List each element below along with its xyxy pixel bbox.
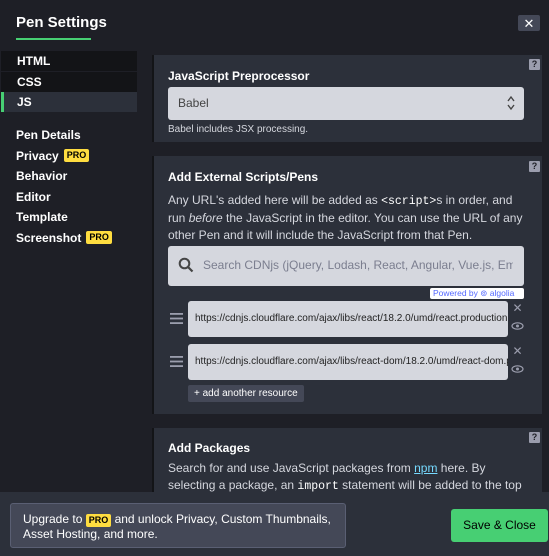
packages-card: Add Packages ? Search for and use JavaSc… bbox=[152, 428, 542, 492]
drag-handle-icon[interactable] bbox=[170, 356, 183, 367]
cdnjs-search-input[interactable]: Search CDNjs (jQuery, Lodash, React, Ang… bbox=[168, 246, 524, 286]
resource-url-input[interactable]: https://cdnjs.cloudflare.com/ajax/libs/r… bbox=[188, 301, 508, 337]
external-description: Any URL's added here will be added as <s… bbox=[168, 192, 528, 244]
settings-sidenav: Pen Details Privacy PRO Behavior Editor T… bbox=[16, 125, 112, 248]
sidebar-item-screenshot[interactable]: Screenshot PRO bbox=[16, 228, 112, 249]
algolia-text: algolia bbox=[489, 288, 515, 298]
sidebar-item-label: Privacy bbox=[16, 148, 59, 163]
script-code: <script> bbox=[381, 195, 437, 208]
algolia-logo-icon: ⊚ bbox=[480, 288, 488, 298]
sidebar-item-pen-details[interactable]: Pen Details bbox=[16, 125, 112, 146]
resource-url-input[interactable]: https://cdnjs.cloudflare.com/ajax/libs/r… bbox=[188, 344, 508, 380]
preprocessor-title: JavaScript Preprocessor bbox=[168, 69, 310, 83]
sidebar-item-editor[interactable]: Editor bbox=[16, 187, 112, 208]
desc-emphasis: before bbox=[188, 211, 223, 225]
dialog-footer: Upgrade to PRO and unlock Privacy, Custo… bbox=[0, 492, 549, 556]
sidebar-item-label: Screenshot bbox=[16, 230, 82, 245]
pen-settings-dialog: Pen Settings ✕ HTML CSS JS Pen Details P… bbox=[0, 0, 549, 556]
save-close-button[interactable]: Save & Close bbox=[451, 509, 548, 542]
close-button[interactable]: ✕ bbox=[518, 15, 540, 31]
sidebar-item-label: Template bbox=[16, 210, 68, 224]
pro-badge: PRO bbox=[86, 231, 112, 245]
remove-resource-icon[interactable]: ✕ bbox=[511, 302, 524, 315]
search-placeholder: Search CDNjs (jQuery, Lodash, React, Ang… bbox=[203, 258, 513, 272]
external-title: Add External Scripts/Pens bbox=[168, 170, 319, 184]
tab-html[interactable]: HTML bbox=[1, 51, 137, 71]
title-underline bbox=[16, 38, 91, 40]
sidebar-item-template[interactable]: Template bbox=[16, 207, 112, 228]
sidebar-item-label: Editor bbox=[16, 189, 51, 204]
sidebar-item-behavior[interactable]: Behavior bbox=[16, 166, 112, 187]
eye-icon[interactable] bbox=[511, 321, 524, 331]
pro-badge: PRO bbox=[85, 514, 112, 527]
sidebar-item-privacy[interactable]: Privacy PRO bbox=[16, 146, 112, 167]
packages-title: Add Packages bbox=[168, 441, 251, 455]
preprocessor-hint: Babel includes JSX processing. bbox=[168, 124, 309, 135]
chevron-updown-icon bbox=[507, 95, 515, 111]
powered-by-text: Powered by bbox=[433, 288, 478, 298]
resource-row: https://cdnjs.cloudflare.com/ajax/libs/r… bbox=[168, 301, 524, 337]
import-code: import bbox=[297, 480, 339, 492]
eye-icon[interactable] bbox=[511, 364, 524, 374]
search-icon bbox=[178, 257, 194, 273]
sidebar-item-label: Behavior bbox=[16, 169, 68, 183]
dialog-title: Pen Settings bbox=[16, 14, 107, 31]
desc-text: Search for and use JavaScript packages f… bbox=[168, 461, 415, 475]
sidebar-item-label: Pen Details bbox=[16, 128, 81, 142]
dialog-header: Pen Settings ✕ bbox=[0, 0, 549, 44]
settings-sidebar: HTML CSS JS bbox=[0, 51, 140, 113]
npm-link[interactable]: npm bbox=[414, 461, 437, 475]
drag-handle-icon[interactable] bbox=[170, 313, 183, 324]
add-resource-button[interactable]: + add another resource bbox=[188, 385, 304, 402]
preprocessor-select[interactable]: Babel bbox=[168, 87, 524, 120]
tab-css[interactable]: CSS bbox=[1, 71, 137, 92]
algolia-attribution[interactable]: Powered by ⊚ algolia bbox=[430, 288, 524, 299]
upgrade-text: Upgrade to bbox=[23, 512, 86, 526]
tab-js[interactable]: JS bbox=[1, 92, 137, 112]
settings-content[interactable]: JavaScript Preprocessor ? Babel Babel in… bbox=[150, 52, 549, 492]
help-icon[interactable]: ? bbox=[529, 59, 540, 70]
upgrade-banner[interactable]: Upgrade to PRO and unlock Privacy, Custo… bbox=[10, 503, 346, 548]
help-icon[interactable]: ? bbox=[529, 161, 540, 172]
resource-row: https://cdnjs.cloudflare.com/ajax/libs/r… bbox=[168, 344, 524, 380]
external-scripts-card: Add External Scripts/Pens ? Any URL's ad… bbox=[152, 156, 542, 414]
remove-resource-icon[interactable]: ✕ bbox=[511, 345, 524, 358]
packages-description: Search for and use JavaScript packages f… bbox=[168, 460, 528, 492]
help-icon[interactable]: ? bbox=[529, 432, 540, 443]
preprocessor-selected: Babel bbox=[178, 96, 209, 110]
pro-badge: PRO bbox=[63, 149, 90, 163]
preprocessor-card: JavaScript Preprocessor ? Babel Babel in… bbox=[152, 55, 542, 142]
desc-text: Any URL's added here will be added as bbox=[168, 193, 382, 207]
